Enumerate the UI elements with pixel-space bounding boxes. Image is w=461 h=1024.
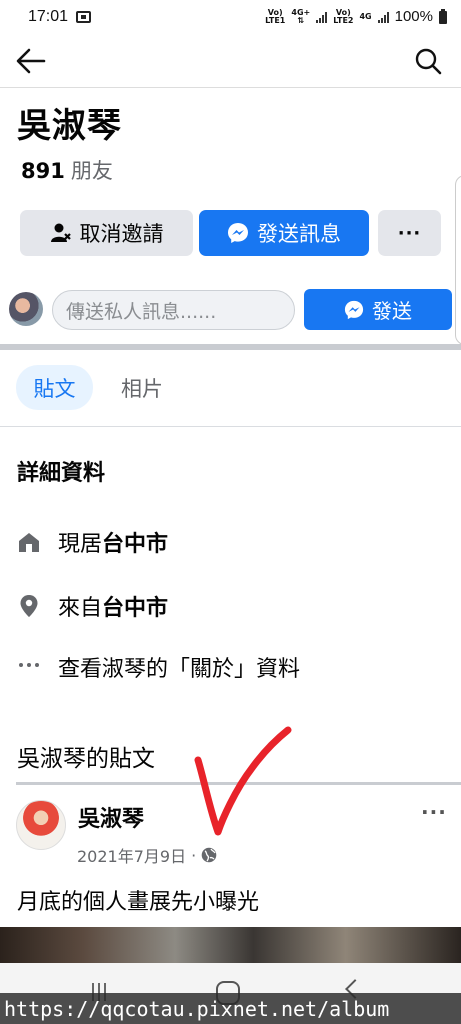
friend-count-number: 891 [21,159,65,183]
status-bar: 17:01 Vo) LTE1 4G+ ⇅ Vo) LTE2 4G 100% [0,0,461,34]
friend-count[interactable]: 891 朋友 [21,155,113,185]
messenger-icon [227,222,249,244]
search-icon[interactable] [413,46,443,76]
battery-percent: 100% [394,8,433,25]
net2-label: 4G [359,12,372,21]
status-time: 17:01 [28,8,69,25]
tab-photos[interactable]: 相片 [104,365,180,410]
tab-posts[interactable]: 貼文 [16,365,93,410]
status-indicators: Vo) LTE1 4G+ ⇅ Vo) LTE2 4G 100% [265,8,447,25]
person-cancel-icon [50,222,72,244]
post-meta: 2021年7月9日 · [77,843,217,867]
send-button-label: 發送 [372,299,412,323]
sim1-lte: LTE1 [265,16,286,25]
send-button[interactable]: 發送 [304,289,452,330]
lives-in-value[interactable]: 台中市 [102,526,168,558]
sim1-indicator: Vo) LTE1 [265,9,285,25]
battery-icon [439,8,447,24]
from-prefix: 來自 [58,596,103,621]
location-pin-icon [17,593,41,619]
net1-indicator: 4G+ ⇅ [291,9,310,25]
post-image[interactable] [0,927,461,967]
posts-heading: 吳淑琴的貼文 [17,746,155,772]
tabs-divider [0,426,461,427]
more-options-button[interactable]: ··· [378,210,441,256]
cover-photo-edge [455,175,461,345]
cancel-request-button[interactable]: 取消邀請 [20,210,193,256]
post-more-button[interactable]: ··· [421,800,447,824]
back-arrow-icon[interactable] [14,46,48,76]
ellipsis-icon [17,654,41,680]
detail-from: 來自 台中市 [17,590,168,622]
send-message-label: 發送訊息 [257,222,341,246]
sim2-lte: LTE2 [333,16,354,25]
lives-in-prefix: 現居 [58,532,103,557]
red-check-annotation-icon [194,726,292,836]
viewer-avatar [9,292,43,326]
more-options-label: ··· [397,222,422,244]
section-divider [0,344,461,350]
friend-count-label: 朋友 [70,159,113,183]
url-watermark: https://qqcotau.pixnet.net/album [0,993,461,1024]
messenger-send-icon [344,300,364,320]
detail-about-link[interactable]: 查看淑琴的「關於」資料 [17,651,300,683]
net2-indicator: 4G [359,13,371,21]
post-text: 月底的個人畫展先小曝光 [17,890,260,915]
about-link-label: 查看淑琴的「關於」資料 [58,657,301,682]
sim2-indicator: Vo) LTE2 [333,9,353,25]
signal1-icon [316,11,328,23]
posts-divider [16,782,461,785]
signal2-icon [377,11,389,23]
globe-icon [201,847,217,863]
post-meta-separator: · [191,845,197,865]
screen-record-icon [76,11,92,23]
post-author-avatar[interactable] [16,800,66,850]
private-message-input[interactable]: 傳送私人訊息...... [52,290,295,330]
send-message-button[interactable]: 發送訊息 [199,210,369,256]
post-author-name[interactable]: 吳淑琴 [78,801,144,833]
detail-lives-in: 現居 台中市 [17,526,168,558]
data-arrows-icon: ⇅ [297,16,305,25]
private-message-placeholder: 傳送私人訊息...... [66,300,217,323]
home-icon [17,529,41,555]
cancel-request-label: 取消邀請 [79,222,164,246]
profile-name: 吳淑琴 [17,106,122,146]
details-title: 詳細資料 [17,461,106,486]
top-nav [0,34,461,88]
from-value[interactable]: 台中市 [102,590,168,622]
post-date[interactable]: 2021年7月9日 [77,843,186,867]
